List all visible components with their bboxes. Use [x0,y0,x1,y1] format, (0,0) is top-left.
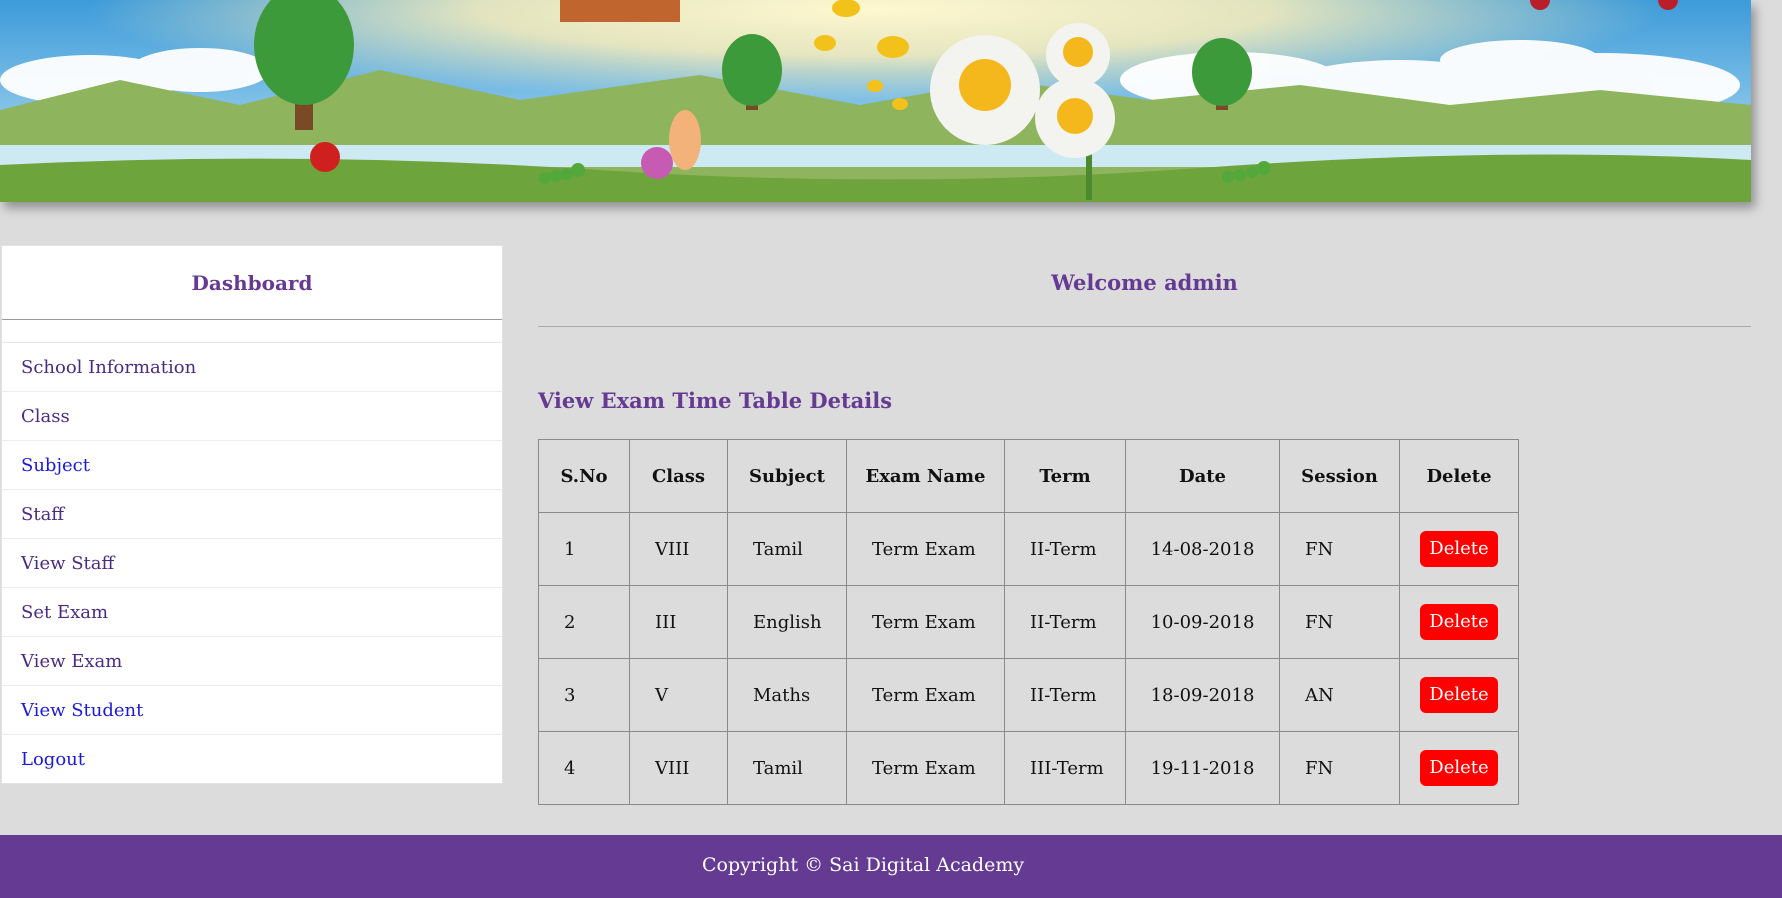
col-header-date: Date [1125,439,1280,513]
cell-sno: 2 [538,585,630,659]
cell-session: FN [1279,512,1400,586]
sidebar-item-view-staff[interactable]: View Staff [2,539,502,588]
delete-button[interactable]: Delete [1420,750,1498,786]
col-header-subject: Subject [727,439,847,513]
cell-delete: Delete [1399,658,1519,732]
cell-class: V [629,658,728,732]
sidebar-spacer [2,320,502,343]
cell-subject: Tamil [727,512,847,586]
sidebar-item-view-exam[interactable]: View Exam [2,637,502,686]
divider [538,326,1751,327]
table-row: 3 V Maths Term Exam II-Term 18-09-2018 A… [538,658,1519,732]
cell-term: II-Term [1004,512,1126,586]
cell-delete: Delete [1399,731,1519,805]
cell-session: FN [1279,585,1400,659]
cell-term: III-Term [1004,731,1126,805]
cell-exam-name: Term Exam [846,585,1005,659]
table-row: 1 VIII Tamil Term Exam II-Term 14-08-201… [538,512,1519,586]
cell-class: III [629,585,728,659]
table-row: 2 III English Term Exam II-Term 10-09-20… [538,585,1519,659]
cell-date: 18-09-2018 [1125,658,1280,732]
cell-exam-name: Term Exam [846,731,1005,805]
sidebar-title: Dashboard [2,246,502,320]
table-header-row: S.No Class Subject Exam Name Term Date S… [538,439,1519,513]
table-row: 4 VIII Tamil Term Exam III-Term 19-11-20… [538,731,1519,805]
cell-sno: 1 [538,512,630,586]
col-header-class: Class [629,439,728,513]
col-header-sno: S.No [538,439,630,513]
delete-button[interactable]: Delete [1420,604,1498,640]
cell-subject: Maths [727,658,847,732]
header-banner [0,0,1751,202]
sidebar: Dashboard School Information Class Subje… [1,245,503,784]
sidebar-item-school-information[interactable]: School Information [2,343,502,392]
sidebar-item-set-exam[interactable]: Set Exam [2,588,502,637]
copyright-text: Copyright © Sai Digital Academy [702,854,1025,876]
col-header-session: Session [1279,439,1400,513]
cell-sno: 3 [538,658,630,732]
cell-class: VIII [629,731,728,805]
col-header-term: Term [1004,439,1126,513]
sidebar-item-view-student[interactable]: View Student [2,686,502,735]
delete-button[interactable]: Delete [1420,531,1498,567]
cell-exam-name: Term Exam [846,512,1005,586]
cell-sno: 4 [538,731,630,805]
cell-subject: English [727,585,847,659]
cell-subject: Tamil [727,731,847,805]
cell-exam-name: Term Exam [846,658,1005,732]
cell-term: II-Term [1004,585,1126,659]
sidebar-item-subject[interactable]: Subject [2,441,502,490]
col-header-exam-name: Exam Name [846,439,1005,513]
page-title: View Exam Time Table Details [538,388,893,413]
footer: Copyright © Sai Digital Academy [0,835,1782,898]
cell-date: 10-09-2018 [1125,585,1280,659]
cell-delete: Delete [1399,512,1519,586]
exam-timetable: S.No Class Subject Exam Name Term Date S… [538,439,1519,805]
col-header-delete: Delete [1399,439,1519,513]
sidebar-item-class[interactable]: Class [2,392,502,441]
cell-delete: Delete [1399,585,1519,659]
sidebar-item-logout[interactable]: Logout [2,735,502,783]
delete-button[interactable]: Delete [1420,677,1498,713]
welcome-heading: Welcome admin [1051,270,1238,295]
sidebar-item-staff[interactable]: Staff [2,490,502,539]
banner-illustration [0,0,1751,202]
cell-class: VIII [629,512,728,586]
cell-term: II-Term [1004,658,1126,732]
cell-session: FN [1279,731,1400,805]
cell-session: AN [1279,658,1400,732]
cell-date: 19-11-2018 [1125,731,1280,805]
cell-date: 14-08-2018 [1125,512,1280,586]
